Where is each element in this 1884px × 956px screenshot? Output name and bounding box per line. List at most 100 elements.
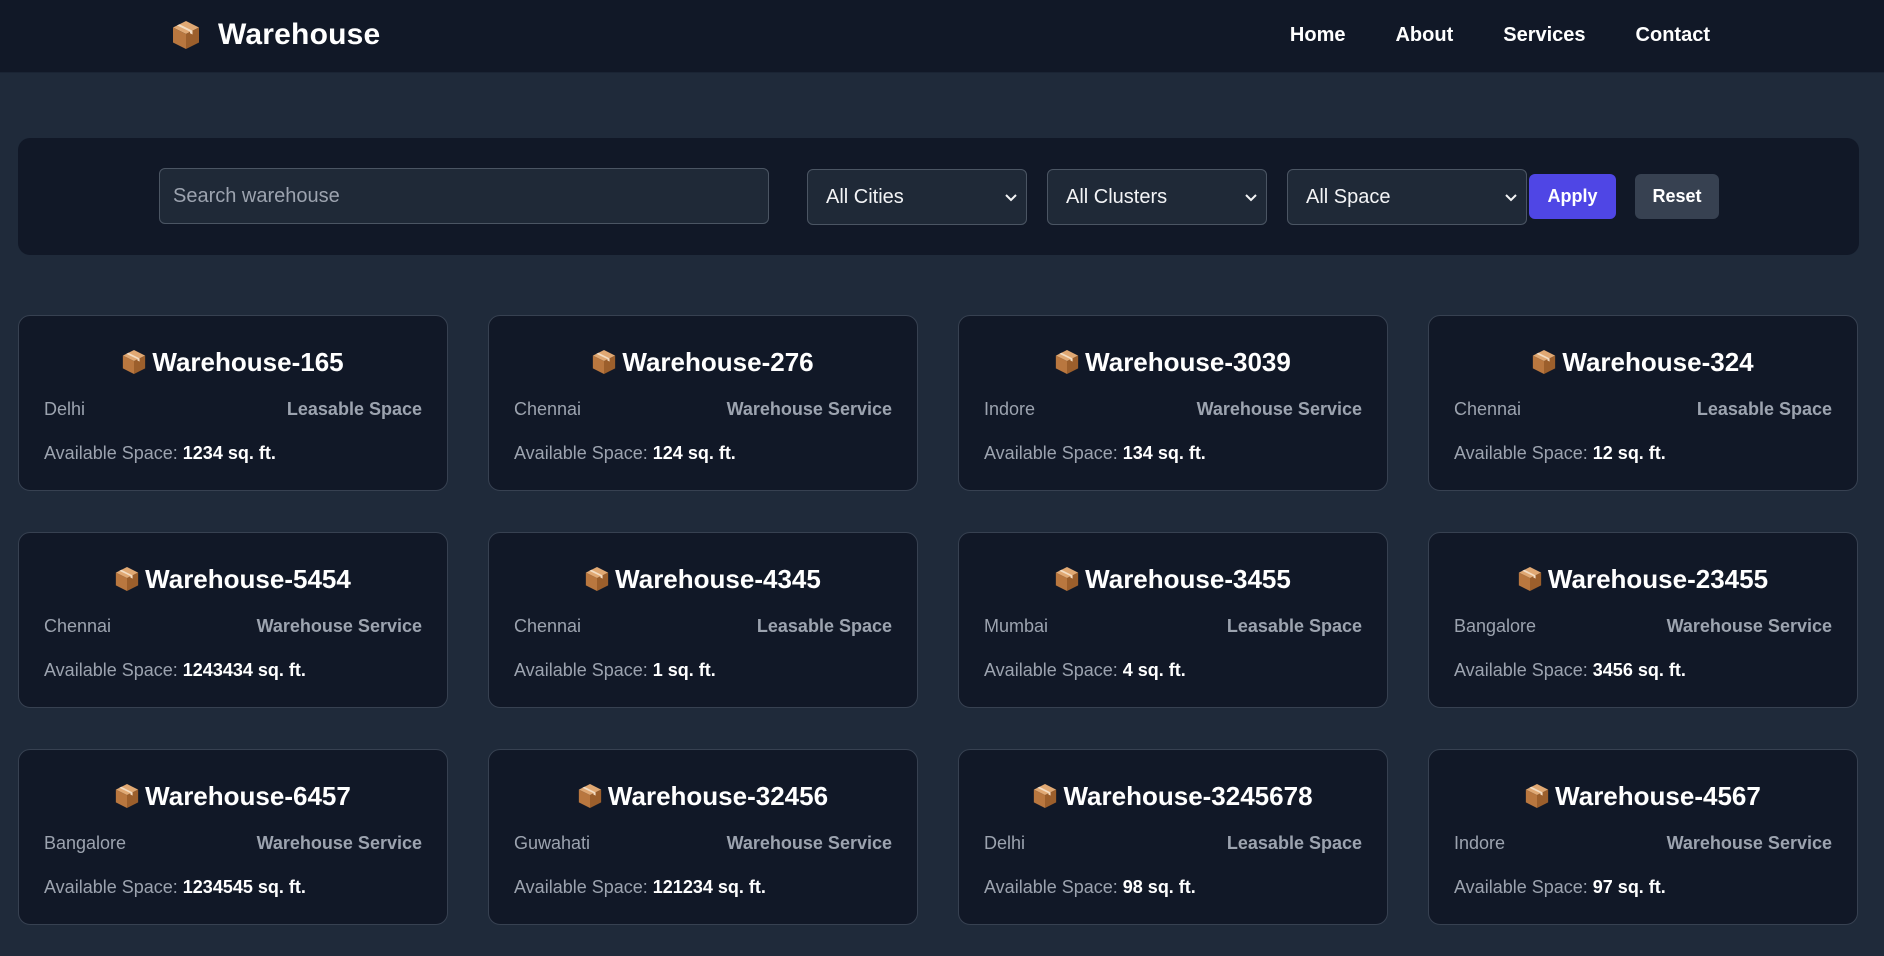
package-icon — [1533, 350, 1556, 374]
package-icon — [1056, 567, 1079, 591]
available-space-value: 1243434 sq. ft. — [182, 660, 306, 680]
available-space-value: 3456 sq. ft. — [1592, 660, 1686, 680]
warehouse-type: Leasable Space — [1226, 833, 1362, 853]
reset-button[interactable]: Reset — [1635, 174, 1719, 219]
warehouse-city: Mumbai — [984, 616, 1049, 636]
available-space-value: 124 sq. ft. — [652, 443, 736, 463]
available-space: Available Space: 1 sq. ft. — [514, 660, 716, 681]
available-space-value: 134 sq. ft. — [1122, 443, 1206, 463]
warehouse-city: Indore — [984, 399, 1036, 419]
card-title: Warehouse-3455 — [959, 562, 1387, 596]
warehouse-type: Leasable Space — [1696, 399, 1832, 419]
warehouse-name: Warehouse-3039 — [1085, 346, 1291, 377]
available-space: Available Space: 1234545 sq. ft. — [44, 877, 306, 898]
filter-panel: All Cities All Clusters All Space Apply … — [18, 138, 1859, 255]
warehouse-name: Warehouse-3245678 — [1063, 780, 1313, 811]
warehouse-city: Chennai — [514, 399, 582, 419]
nav-links: Home About Services Contact — [1290, 20, 1710, 50]
nav-link-contact[interactable]: Contact — [1636, 24, 1710, 47]
space-select[interactable]: All Space — [1287, 169, 1527, 225]
warehouse-city: Guwahati — [514, 833, 591, 853]
warehouse-card[interactable]: Warehouse-3245678 Delhi Leasable Space A… — [958, 749, 1388, 925]
available-space-value: 97 sq. ft. — [1592, 877, 1666, 897]
warehouse-card[interactable]: Warehouse-165 Delhi Leasable Space Avail… — [18, 315, 448, 491]
warehouse-name: Warehouse-32456 — [607, 780, 829, 811]
warehouse-type: Leasable Space — [286, 399, 422, 419]
available-space-label: Available Space: — [984, 660, 1118, 680]
card-meta-row: Delhi Leasable Space — [44, 399, 422, 420]
package-icon — [1034, 784, 1057, 808]
warehouse-city: Delhi — [44, 399, 86, 419]
nav-link-home[interactable]: Home — [1290, 24, 1346, 47]
search-input[interactable] — [159, 168, 769, 224]
warehouse-card[interactable]: Warehouse-4567 Indore Warehouse Service … — [1428, 749, 1858, 925]
card-meta-row: Indore Warehouse Service — [1454, 833, 1832, 854]
card-title: Warehouse-4567 — [1429, 779, 1857, 813]
available-space: Available Space: 134 sq. ft. — [984, 443, 1206, 464]
card-meta-row: Mumbai Leasable Space — [984, 616, 1362, 637]
card-title: Warehouse-276 — [489, 345, 917, 379]
warehouse-grid: Warehouse-165 Delhi Leasable Space Avail… — [18, 315, 1858, 925]
available-space-label: Available Space: — [44, 443, 178, 463]
warehouse-city: Delhi — [984, 833, 1026, 853]
warehouse-name: Warehouse-276 — [622, 346, 814, 377]
available-space: Available Space: 3456 sq. ft. — [1454, 660, 1686, 681]
warehouse-card[interactable]: Warehouse-3455 Mumbai Leasable Space Ava… — [958, 532, 1388, 708]
cluster-select-value: All Clusters — [1066, 185, 1168, 208]
card-title: Warehouse-23455 — [1429, 562, 1857, 596]
card-meta-row: Indore Warehouse Service — [984, 399, 1362, 420]
warehouse-city: Chennai — [1454, 399, 1522, 419]
available-space-value: 1 sq. ft. — [652, 660, 716, 680]
warehouse-type: Leasable Space — [1226, 616, 1362, 636]
available-space: Available Space: 121234 sq. ft. — [514, 877, 766, 898]
city-select[interactable]: All Cities — [807, 169, 1027, 225]
nav-link-about[interactable]: About — [1395, 24, 1453, 47]
chevron-down-icon — [1005, 194, 1017, 202]
warehouse-card[interactable]: Warehouse-23455 Bangalore Warehouse Serv… — [1428, 532, 1858, 708]
warehouse-type: Leasable Space — [756, 616, 892, 636]
warehouse-type: Warehouse Service — [256, 833, 422, 853]
available-space-value: 1234545 sq. ft. — [182, 877, 306, 897]
warehouse-name: Warehouse-5454 — [145, 563, 351, 594]
warehouse-name: Warehouse-6457 — [145, 780, 351, 811]
warehouse-city: Chennai — [514, 616, 582, 636]
warehouse-type: Warehouse Service — [1666, 616, 1832, 636]
warehouse-city: Indore — [1454, 833, 1506, 853]
available-space-label: Available Space: — [44, 877, 178, 897]
card-meta-row: Guwahati Warehouse Service — [514, 833, 892, 854]
top-navbar: Warehouse Home About Services Contact — [0, 0, 1884, 73]
warehouse-name: Warehouse-4345 — [615, 563, 821, 594]
warehouse-card[interactable]: Warehouse-32456 Guwahati Warehouse Servi… — [488, 749, 918, 925]
package-icon — [1526, 784, 1549, 808]
available-space-value: 12 sq. ft. — [1592, 443, 1666, 463]
warehouse-card[interactable]: Warehouse-4345 Chennai Leasable Space Av… — [488, 532, 918, 708]
warehouse-card[interactable]: Warehouse-3039 Indore Warehouse Service … — [958, 315, 1388, 491]
available-space-label: Available Space: — [44, 660, 178, 680]
warehouse-card[interactable]: Warehouse-5454 Chennai Warehouse Service… — [18, 532, 448, 708]
warehouse-card[interactable]: Warehouse-276 Chennai Warehouse Service … — [488, 315, 918, 491]
warehouse-card[interactable]: Warehouse-6457 Bangalore Warehouse Servi… — [18, 749, 448, 925]
available-space-label: Available Space: — [514, 877, 648, 897]
warehouse-type: Warehouse Service — [726, 833, 892, 853]
cluster-select[interactable]: All Clusters — [1047, 169, 1267, 225]
nav-link-services[interactable]: Services — [1503, 24, 1585, 47]
available-space-value: 121234 sq. ft. — [652, 877, 766, 897]
available-space: Available Space: 97 sq. ft. — [1454, 877, 1666, 898]
card-meta-row: Delhi Leasable Space — [984, 833, 1362, 854]
available-space-label: Available Space: — [1454, 443, 1588, 463]
package-icon — [1518, 567, 1542, 591]
warehouse-name: Warehouse-324 — [1562, 346, 1754, 377]
warehouse-card[interactable]: Warehouse-324 Chennai Leasable Space Ava… — [1428, 315, 1858, 491]
card-meta-row: Bangalore Warehouse Service — [44, 833, 422, 854]
package-icon — [578, 784, 602, 808]
apply-button[interactable]: Apply — [1529, 174, 1616, 219]
warehouse-type: Warehouse Service — [256, 616, 422, 636]
card-meta-row: Bangalore Warehouse Service — [1454, 616, 1832, 637]
brand-logo[interactable]: Warehouse — [172, 16, 380, 54]
card-title: Warehouse-6457 — [19, 779, 447, 813]
available-space: Available Space: 12 sq. ft. — [1454, 443, 1666, 464]
chevron-down-icon — [1505, 194, 1517, 202]
warehouse-type: Warehouse Service — [1196, 399, 1362, 419]
available-space: Available Space: 98 sq. ft. — [984, 877, 1196, 898]
warehouse-name: Warehouse-23455 — [1547, 563, 1769, 594]
